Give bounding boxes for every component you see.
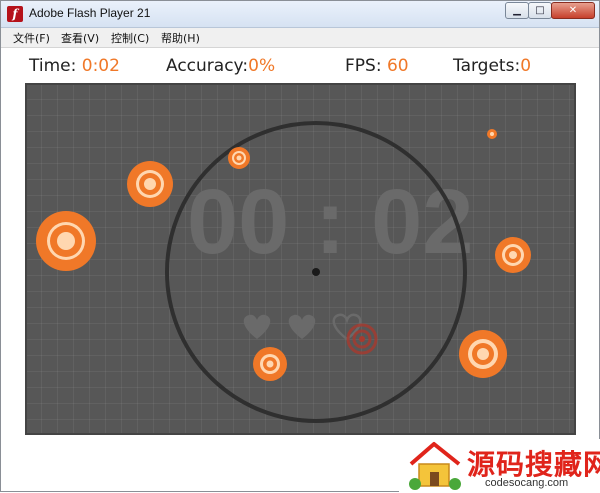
- target[interactable]: [459, 330, 507, 378]
- menu-file[interactable]: 文件(F): [13, 30, 50, 46]
- arena-canvas: 00 : 02: [36, 121, 531, 423]
- flash-app-icon: f: [7, 6, 23, 22]
- life-heart-icon: [243, 314, 271, 339]
- menu-control[interactable]: 控制(C): [111, 30, 149, 46]
- menu-bar: 文件(F) 查看(V) 控制(C) 帮助(H): [1, 28, 599, 48]
- minimize-button[interactable]: ▁: [505, 2, 529, 19]
- title-bar[interactable]: f Adobe Flash Player 21 ▁ □ ✕: [1, 1, 599, 28]
- hud-fps-label: FPS: [345, 56, 376, 76]
- target[interactable]: [127, 161, 173, 207]
- game-hud: Time: 0:02 Accuracy:0% FPS: 60 Targets:0: [1, 53, 599, 81]
- hud-fps-value: 60: [386, 56, 409, 76]
- target[interactable]: [228, 147, 250, 169]
- hud-accuracy-value: 0%: [248, 56, 276, 76]
- life-heart-icon: [288, 314, 316, 339]
- hud-accuracy-label: Accuracy: [166, 56, 243, 76]
- hud-time: Time: 0:02: [29, 56, 120, 76]
- house-logo-icon: [409, 442, 461, 490]
- menu-view[interactable]: 查看(V): [61, 30, 99, 46]
- site-watermark: 源码搜藏网 codesocang.com: [399, 439, 600, 493]
- menu-help[interactable]: 帮助(H): [161, 30, 200, 46]
- target[interactable]: [36, 211, 96, 271]
- lives-indicator: [243, 313, 362, 341]
- hud-time-value: 0:02: [81, 56, 120, 76]
- target[interactable]: [253, 347, 287, 381]
- hud-targets: Targets:0: [453, 56, 532, 76]
- big-timer-text: 00 : 02: [187, 171, 473, 273]
- hud-accuracy: Accuracy:0%: [166, 56, 276, 76]
- crosshair-dot: [312, 268, 320, 276]
- miss-marker-icon: [346, 323, 378, 355]
- game-arena[interactable]: 00 : 02: [25, 83, 576, 435]
- hud-targets-value: 0: [520, 56, 532, 76]
- target[interactable]: [495, 237, 531, 273]
- hud-fps: FPS: 60: [345, 56, 409, 76]
- close-button[interactable]: ✕: [551, 2, 595, 19]
- maximize-button[interactable]: □: [528, 2, 552, 19]
- target[interactable]: [487, 129, 497, 139]
- hud-time-label: Time: [29, 56, 71, 76]
- watermark-url: codesocang.com: [485, 477, 569, 489]
- hud-targets-label: Targets: [453, 56, 515, 76]
- window-title: Adobe Flash Player 21: [29, 6, 151, 20]
- flash-player-window: f Adobe Flash Player 21 ▁ □ ✕ 文件(F) 查看(V…: [0, 0, 600, 493]
